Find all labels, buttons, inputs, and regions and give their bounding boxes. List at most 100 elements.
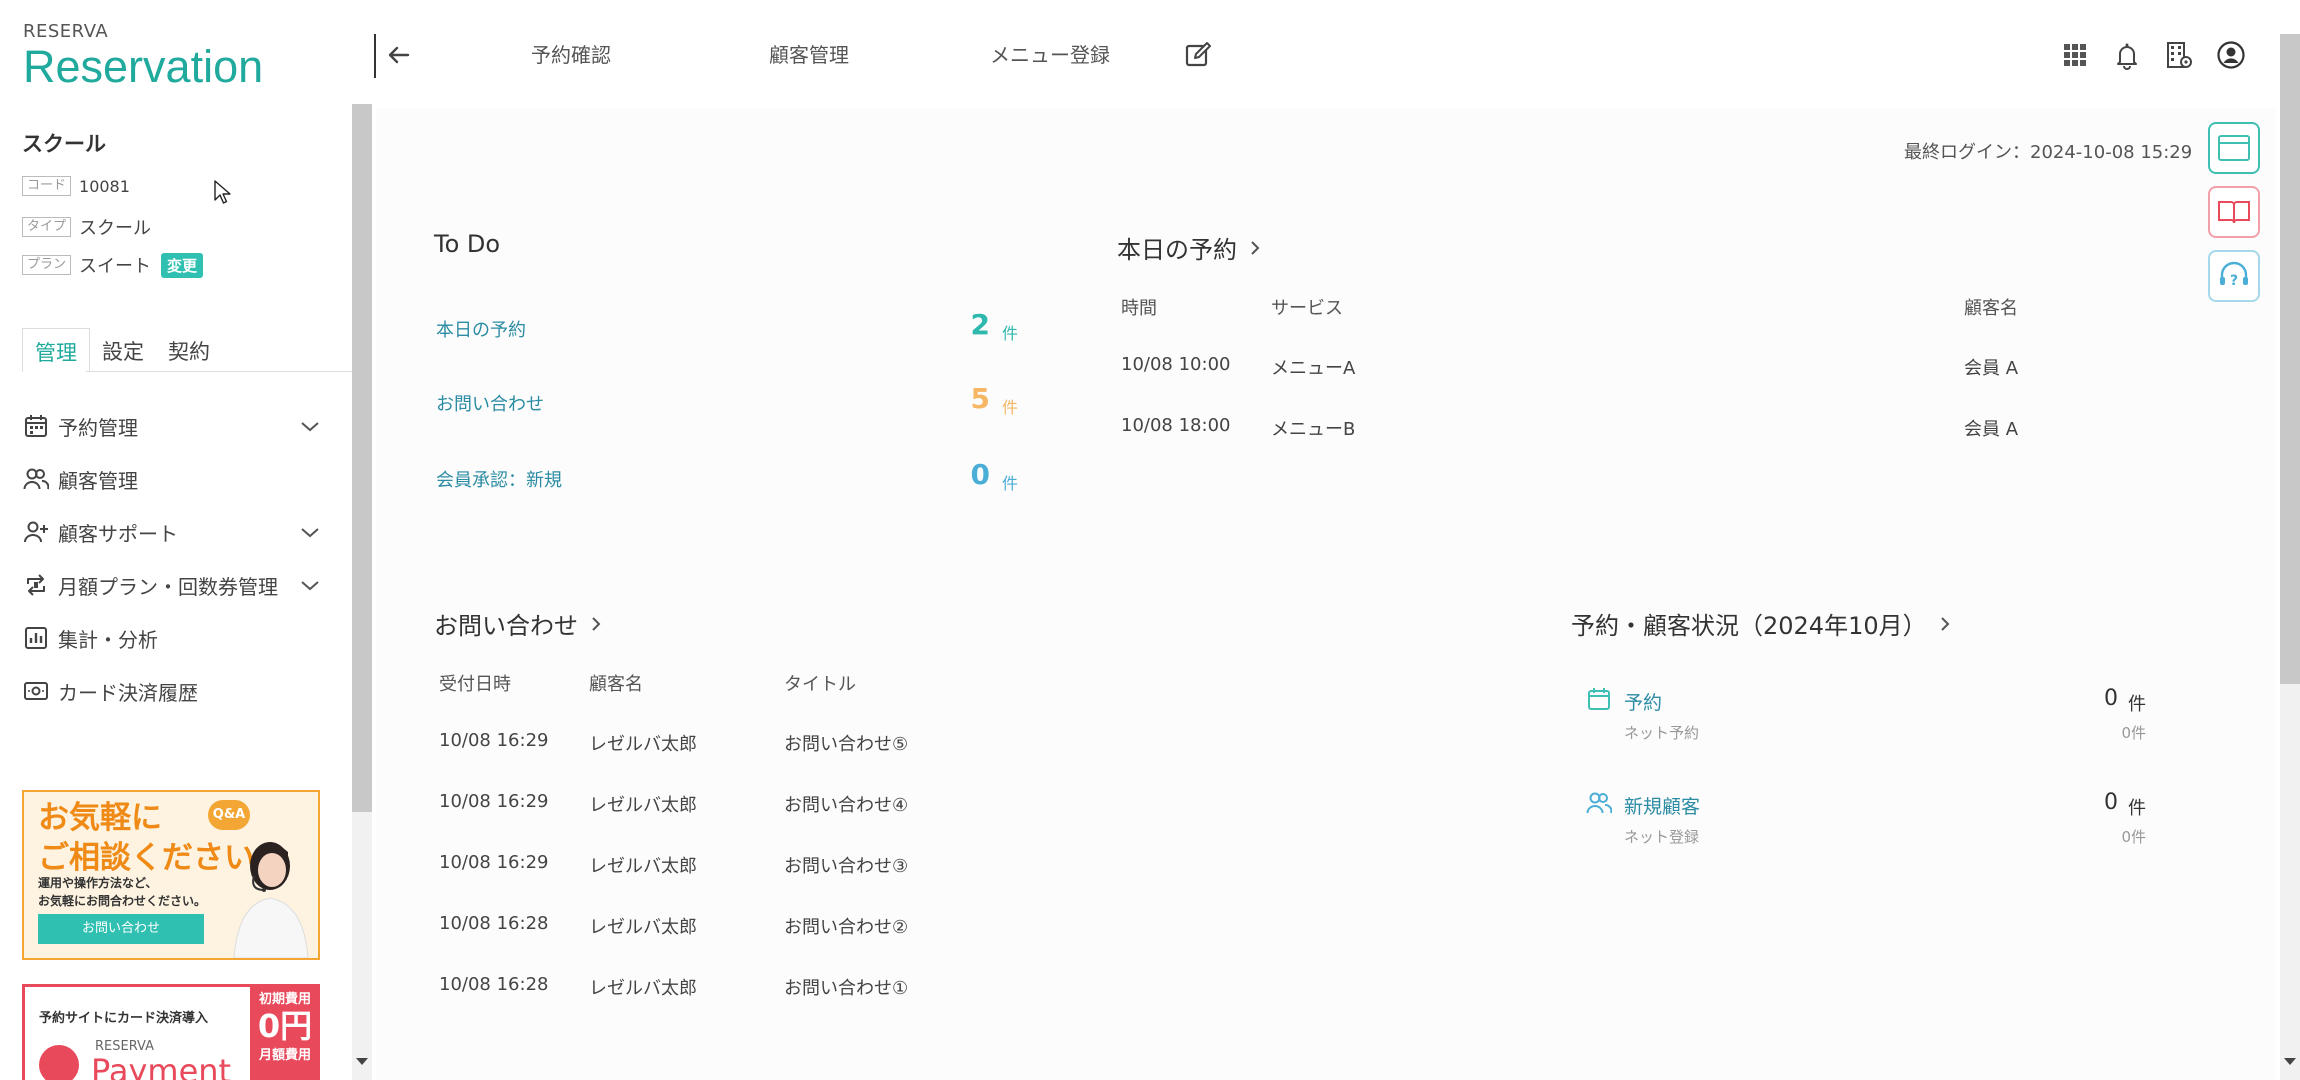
nav-customer-management[interactable]: 顧客管理 [769, 40, 849, 70]
sidebar-item-customer-support[interactable]: 顧客サポート [22, 514, 322, 550]
sidebar-item-label: 月額プラン・回数券管理 [58, 574, 278, 599]
calendar-icon [1588, 688, 1610, 710]
table-cell[interactable]: お問い合わせ④ [784, 791, 908, 817]
status-subcount: 0件 [2121, 724, 2146, 742]
sidebar-scroll-down-arrow[interactable] [356, 1058, 368, 1065]
todo-count: 2 [970, 308, 990, 341]
plan-tag: プラン [22, 255, 72, 275]
table-cell[interactable]: お問い合わせ② [784, 913, 908, 939]
chevron-right-icon [592, 616, 601, 631]
table-cell: レゼルバ太郎 [589, 734, 697, 755]
todo-unit: 件 [1001, 398, 1018, 417]
todo-row-today-reservations[interactable]: 本日の予約 2 件 [436, 308, 1026, 348]
today-reservations-title[interactable]: 本日の予約 [1117, 230, 1263, 265]
site-preview-button[interactable] [2208, 122, 2260, 174]
col-header-received: 受付日時 [439, 674, 511, 695]
table-cell[interactable]: お問い合わせ③ [784, 852, 908, 878]
sidebar-item-label: カード決済履歴 [58, 680, 198, 705]
type-value: スクール [79, 218, 152, 239]
top-header: RESERVA Reservation 予約確認 顧客管理 メニュー登録 [0, 0, 2300, 108]
mouse-cursor-icon [214, 180, 231, 204]
col-header-time: 時間 [1121, 298, 1157, 319]
table-cell: レゼルバ太郎 [589, 978, 697, 999]
inquiries-title[interactable]: お問い合わせ [434, 606, 604, 641]
tab-management[interactable]: 管理 [22, 328, 90, 372]
banner-description: 運用や操作方法など、 お気軽にお問合わせください。 [38, 876, 207, 908]
qa-bubble: Q&A [208, 800, 250, 830]
sidebar-item-label: 顧客管理 [58, 468, 138, 493]
todo-unit: 件 [1001, 324, 1018, 343]
shop-type-row: タイプ スクール [22, 214, 151, 240]
notifications-button[interactable] [2112, 40, 2142, 70]
tab-settings[interactable]: 設定 [90, 328, 156, 372]
users-icon [23, 468, 49, 490]
payment-banner[interactable]: 予約サイトにカード決済導入 RESERVA Payment 初期費用 0円 月額… [22, 984, 320, 1080]
status-unit: 件 [2128, 694, 2146, 715]
book-icon [2218, 201, 2250, 224]
reservation-status-title[interactable]: 予約・顧客状況（2024年10月） [1571, 606, 1953, 641]
table-cell[interactable]: お問い合わせ① [784, 974, 908, 1000]
nav-reservation-check[interactable]: 予約確認 [531, 40, 611, 70]
todo-count: 0 [970, 458, 990, 491]
change-plan-button[interactable]: 変更 [161, 252, 204, 278]
main-scrollbar-thumb[interactable] [2280, 34, 2300, 684]
table-cell: 10/08 16:28 [439, 974, 549, 995]
todo-label[interactable]: 本日の予約 [436, 316, 526, 342]
table-cell: 10/08 10:00 [1121, 354, 1231, 375]
todo-unit: 件 [1001, 474, 1018, 493]
code-tag: コード [22, 176, 72, 196]
chevron-right-icon [1940, 616, 1950, 631]
sidebar-item-card-payment-history[interactable]: カード決済履歴 [22, 673, 322, 709]
col-header-title: タイトル [784, 674, 856, 695]
shop-plan-row: プラン スイート 変更 [22, 252, 204, 278]
sidebar-item-label: 顧客サポート [58, 521, 178, 546]
last-login: 最終ログイン：2024-10-08 15:29 [1904, 142, 2193, 163]
status-label[interactable]: 新規顧客 [1624, 792, 1700, 819]
app-logo[interactable]: RESERVA Reservation [23, 22, 263, 92]
todo-row-member-approval[interactable]: 会員承認：新規 0 件 [436, 458, 1026, 498]
svg-text:?: ? [2230, 273, 2238, 289]
todo-label[interactable]: 会員承認：新規 [436, 466, 562, 492]
todo-row-inquiries[interactable]: お問い合わせ 5 件 [436, 382, 1026, 422]
edit-button[interactable] [1183, 40, 1213, 70]
col-header-customer: 顧客名 [1964, 298, 2018, 319]
sidebar-item-reservation-management[interactable]: 予約管理 [22, 408, 322, 444]
card-icon [39, 1045, 79, 1080]
payment-logo-big: Payment [91, 1052, 232, 1080]
sidebar-item-label: 予約管理 [58, 415, 138, 440]
todo-count: 5 [970, 382, 990, 415]
sidebar-item-customer-management[interactable]: 顧客管理 [22, 461, 322, 497]
table-cell: 会員 A [1964, 419, 2019, 440]
table-cell[interactable]: お問い合わせ⑤ [784, 730, 908, 756]
sidebar-scrollbar-thumb[interactable] [352, 104, 372, 812]
store-settings-button[interactable] [2164, 40, 2194, 70]
todo-title: To Do [434, 230, 501, 258]
plan-value: スイート [79, 256, 152, 277]
collapse-sidebar-button[interactable] [384, 40, 414, 70]
logo-small-text: RESERVA [23, 21, 109, 42]
arrow-left-icon [388, 46, 410, 64]
table-cell: レゼルバ太郎 [589, 795, 697, 816]
fee-box: 初期費用 0円 月額費用 [250, 987, 317, 1080]
browser-window-icon [2218, 135, 2250, 161]
manual-button[interactable] [2208, 186, 2260, 238]
table-cell: 10/08 16:29 [439, 852, 549, 873]
account-button[interactable] [2216, 40, 2246, 70]
apps-grid-button[interactable] [2060, 40, 2090, 70]
support-button[interactable]: ? [2208, 250, 2260, 302]
shop-name: スクール [22, 132, 106, 156]
sidebar-tabs: 管理 設定 契約 [22, 328, 222, 372]
tab-contract[interactable]: 契約 [156, 328, 222, 372]
main-scroll-down-arrow[interactable] [2284, 1058, 2296, 1065]
support-banner[interactable]: お気軽に ご相談ください。 Q&A 運用や操作方法など、 お気軽にお問合わせくだ… [22, 790, 320, 960]
users-icon [1586, 792, 1612, 814]
chevron-down-icon [301, 422, 319, 432]
nav-menu-registration[interactable]: メニュー登録 [990, 40, 1110, 70]
status-unit: 件 [2128, 798, 2146, 819]
status-label[interactable]: 予約 [1624, 688, 1662, 715]
banner-contact-button[interactable]: お問い合わせ [38, 914, 204, 944]
header-divider [374, 34, 376, 78]
sidebar-item-monthly-plan[interactable]: 月額プラン・回数券管理 [22, 567, 322, 603]
todo-label[interactable]: お問い合わせ [436, 390, 544, 416]
sidebar-item-analytics[interactable]: 集計・分析 [22, 620, 322, 656]
